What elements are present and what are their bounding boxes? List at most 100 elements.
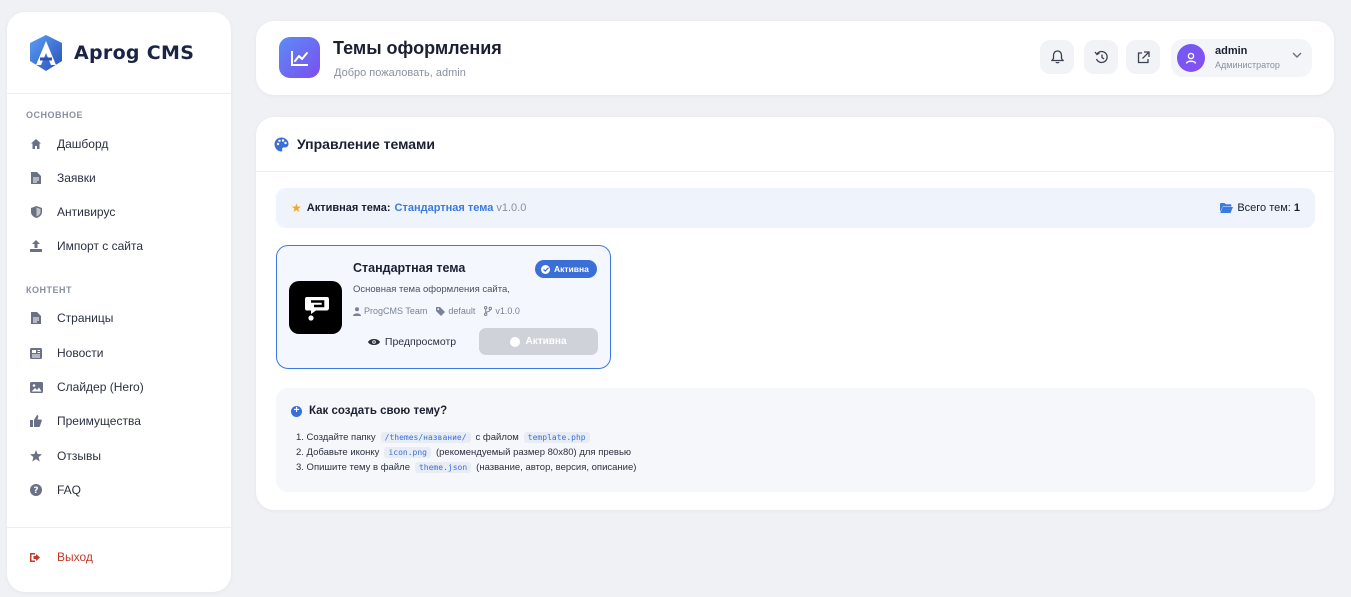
status-badge-label: Активна (554, 264, 589, 274)
avatar (1177, 44, 1205, 72)
plus-circle-icon: + (291, 405, 302, 417)
theme-author-text: ProgCMS Team (364, 306, 428, 316)
bell-icon (1050, 50, 1064, 64)
howto-step-3: 3. Опишите тему в файле theme.json (назв… (296, 462, 636, 473)
theme-version-text: v1.0.0 (495, 306, 520, 316)
sidebar-item-antivirus[interactable]: Антивирус (21, 198, 221, 226)
chart-line-icon (279, 37, 320, 78)
status-badge: Активна (535, 260, 597, 278)
image-icon (25, 379, 47, 395)
sidebar-item-label: Преимущества (57, 414, 141, 428)
file-icon (25, 310, 47, 326)
user-role: Администратор (1215, 60, 1280, 70)
external-link-icon (1137, 50, 1150, 63)
sidebar-divider (7, 527, 231, 528)
folder-open-icon (1220, 203, 1234, 213)
step-text: с файлом (475, 432, 519, 443)
active-theme-label: Активная тема: (306, 202, 391, 214)
howto-step-1: 1. Создайте папку /themes/название/ с фа… (296, 432, 595, 443)
theme-count-value: 1 (1293, 202, 1300, 214)
activate-button-label: Активна (525, 336, 567, 347)
upload-icon (25, 238, 47, 254)
tag-icon (436, 306, 446, 316)
theme-name: Стандартная тема (353, 261, 466, 275)
theme-description: Основная тема оформления сайта, (353, 284, 510, 295)
active-theme-name: Стандартная тема (394, 202, 494, 214)
brand-name: Aprog CMS (74, 41, 195, 64)
shield-icon (25, 204, 47, 220)
notifications-button[interactable] (1040, 40, 1074, 74)
sidebar-item-dashboard[interactable]: Дашборд (21, 130, 221, 158)
user-icon (1185, 52, 1197, 64)
open-site-button[interactable] (1126, 40, 1160, 74)
step-text: 1. Создайте папку (296, 432, 376, 443)
history-icon (1093, 50, 1108, 64)
theme-count: Всего тем: 1 (1220, 202, 1300, 214)
active-theme-bar: ★ Активная тема: Стандартная тема v1.0.0… (276, 188, 1315, 228)
activate-button: Активна (479, 328, 598, 355)
brand-logo-icon (30, 34, 62, 71)
eye-icon (367, 338, 380, 345)
preview-button-label: Предпросмотр (384, 335, 457, 348)
sidebar-item-faq[interactable]: ? FAQ (21, 476, 221, 504)
sidebar-item-label: Дашборд (57, 137, 109, 151)
howto-step-2: 2. Добавьте иконку icon.png (рекомендуем… (296, 447, 631, 458)
brand[interactable]: Aprog CMS (7, 12, 231, 94)
logout-icon (25, 549, 47, 565)
themes-card: Управление темами ★ Активная тема: Станд… (256, 117, 1334, 510)
sidebar-item-news[interactable]: Новости (21, 339, 221, 367)
history-button[interactable] (1084, 40, 1118, 74)
code-snippet: icon.png (384, 447, 431, 458)
sidebar-item-requests[interactable]: Заявки (21, 164, 221, 192)
logout-label: Выход (57, 550, 93, 564)
top-header: Темы оформления Добро пожаловать, admin … (256, 21, 1334, 95)
sidebar-item-label: Антивирус (57, 205, 116, 219)
sidebar-item-label: FAQ (57, 483, 82, 497)
card-header: Управление темами (256, 117, 1334, 172)
user-name: admin (1215, 45, 1248, 57)
howto-title-text: Как создать свою тему? (309, 405, 448, 417)
howto-title: + Как создать свою тему? (291, 405, 447, 417)
star-icon: ★ (291, 201, 302, 215)
newspaper-icon (25, 345, 47, 361)
theme-meta: ProgCMS Team default v1.0.0 (353, 306, 529, 316)
card-title: Управление темами (297, 136, 436, 152)
howto-panel: + Как создать свою тему? 1. Создайте пап… (276, 388, 1315, 492)
sidebar-item-pages[interactable]: Страницы (21, 304, 221, 332)
thumbs-up-icon (25, 413, 47, 429)
theme-slug-text: default (448, 306, 476, 316)
theme-slug: default (436, 306, 475, 316)
step-text: (рекомендуемый размер 80x80) для превью (435, 447, 632, 458)
theme-card[interactable]: Стандартная тема Активна Основная тема о… (276, 245, 611, 369)
svg-text:?: ? (33, 486, 38, 496)
step-text: (название, автор, версия, описание) (476, 462, 637, 473)
check-circle-icon (541, 264, 550, 274)
sidebar-item-import[interactable]: Импорт с сайта (21, 232, 221, 260)
palette-icon (274, 137, 289, 151)
sidebar-item-label: Импорт с сайта (57, 239, 144, 253)
user-menu[interactable]: admin Администратор (1171, 39, 1312, 77)
code-snippet: /themes/название/ (380, 432, 471, 443)
theme-thumbnail (289, 281, 342, 334)
sidebar: Aprog CMS ОСНОВНОЕ Дашборд Заявки Антиви… (7, 12, 231, 592)
chevron-down-icon (1292, 52, 1302, 58)
sidebar-item-advantages[interactable]: Преимущества (21, 407, 221, 435)
theme-logo-icon (304, 296, 329, 321)
active-theme-version: v1.0.0 (496, 202, 527, 214)
sidebar-item-label: Слайдер (Hero) (57, 380, 144, 394)
question-icon: ? (25, 482, 47, 498)
step-text: 3. Опишите тему в файле (296, 462, 410, 473)
preview-button[interactable]: Предпросмотр (353, 328, 471, 355)
step-text: 2. Добавьте иконку (296, 447, 380, 458)
sidebar-item-reviews[interactable]: Отзывы (21, 442, 221, 470)
code-snippet: template.php (523, 432, 590, 443)
check-circle-icon (510, 336, 521, 347)
star-icon (25, 448, 47, 464)
page-subtitle: Добро пожаловать, admin (334, 67, 466, 79)
sidebar-item-label: Новости (57, 346, 104, 360)
sidebar-item-label: Страницы (57, 311, 114, 325)
document-icon (25, 170, 47, 186)
sidebar-item-slider[interactable]: Слайдер (Hero) (21, 373, 221, 401)
logout-button[interactable]: Выход (21, 543, 221, 571)
theme-count-label: Всего тем: (1237, 202, 1291, 214)
